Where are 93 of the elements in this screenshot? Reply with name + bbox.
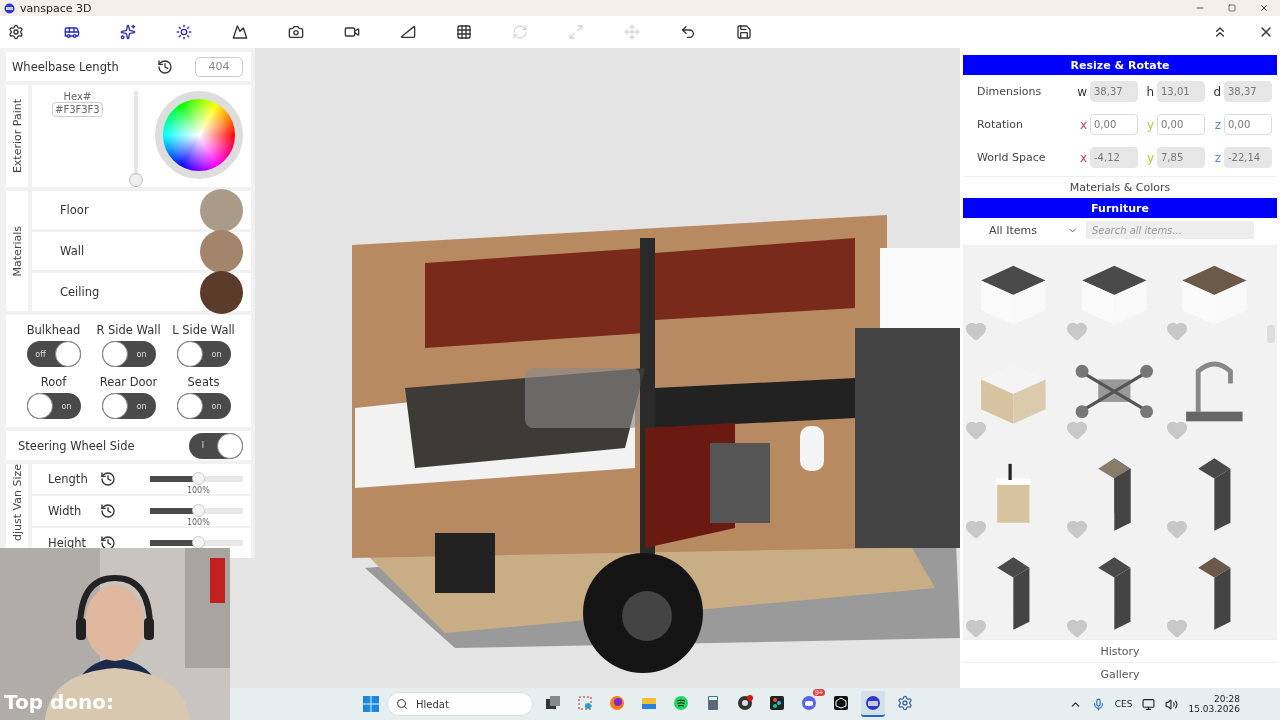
property-label: Dimensions bbox=[977, 85, 1043, 98]
toggle-label: L Side Wall bbox=[172, 323, 235, 337]
slider-reading: 100% bbox=[186, 518, 210, 527]
value-field[interactable]: 7,85 bbox=[1157, 147, 1205, 168]
reset-icon[interactable] bbox=[100, 503, 116, 519]
calculator-app-icon[interactable] bbox=[705, 695, 721, 711]
hex-field[interactable]: #F3F3F3 bbox=[52, 102, 103, 117]
close-icon[interactable] bbox=[1259, 3, 1269, 13]
axis-label: y bbox=[1145, 117, 1154, 132]
material-label: Floor bbox=[60, 203, 89, 217]
value-field[interactable]: 38,37 bbox=[1090, 81, 1138, 102]
gear-app-icon[interactable] bbox=[897, 695, 913, 711]
category-dropdown[interactable]: All Items bbox=[989, 223, 1037, 237]
reset-icon[interactable] bbox=[100, 535, 116, 551]
value-field[interactable]: 38,37 bbox=[1224, 81, 1272, 102]
slider-thumb[interactable] bbox=[192, 472, 206, 485]
property-label: Rotation bbox=[977, 118, 1024, 131]
material-label: Ceiling bbox=[60, 285, 100, 299]
toggle-switch[interactable]: on bbox=[176, 393, 231, 419]
hex-label: Hex# bbox=[63, 91, 92, 102]
steering-label: Steering Wheel Side bbox=[18, 438, 135, 453]
search-icon bbox=[396, 698, 408, 710]
toggle-label: Roof bbox=[40, 375, 67, 389]
section-label: Exterior Paint bbox=[10, 98, 24, 174]
panel-header: Resize & Rotate bbox=[963, 55, 1277, 75]
panel-header: Furniture bbox=[963, 198, 1277, 218]
unity-app-icon[interactable] bbox=[833, 695, 849, 711]
toggle-switch[interactable]: off bbox=[26, 341, 81, 367]
value-field[interactable]: 0,00 bbox=[1157, 114, 1205, 135]
reset-icon[interactable] bbox=[100, 471, 116, 487]
material-swatch[interactable] bbox=[200, 188, 243, 232]
webcam-caption: Top dono: bbox=[4, 690, 115, 714]
value-field[interactable]: -22,14 bbox=[1224, 147, 1272, 168]
vanspace-app-icon[interactable] bbox=[865, 695, 881, 711]
reset-icon[interactable] bbox=[157, 58, 173, 75]
toggle-label: R Side Wall bbox=[96, 323, 161, 337]
maximize-icon[interactable] bbox=[1228, 4, 1236, 12]
figma-app-icon[interactable] bbox=[769, 695, 785, 711]
material-swatch[interactable] bbox=[200, 229, 243, 273]
files-app-icon[interactable] bbox=[641, 695, 657, 711]
axis-label: x bbox=[1078, 150, 1087, 165]
toggle-switch[interactable]: on bbox=[101, 341, 156, 367]
snipping-app-icon[interactable] bbox=[577, 695, 593, 711]
size-label: Length bbox=[48, 472, 89, 486]
spotify-app-icon[interactable] bbox=[673, 695, 689, 711]
value-field[interactable]: -4,12 bbox=[1090, 147, 1138, 168]
obs-app-icon[interactable] bbox=[737, 695, 753, 711]
start-icon[interactable] bbox=[363, 696, 379, 712]
taskbar-search[interactable]: Hledat bbox=[387, 692, 533, 716]
taskbar-button[interactable] bbox=[861, 691, 885, 717]
slider-reading: 100% bbox=[186, 486, 210, 495]
search-field[interactable]: Search all items... bbox=[1085, 221, 1254, 239]
slider-thumb[interactable] bbox=[192, 504, 206, 517]
value-field[interactable]: 0,00 bbox=[1090, 114, 1138, 135]
axis-label: h bbox=[1145, 84, 1154, 99]
brightness-slider[interactable] bbox=[128, 91, 143, 187]
value-field[interactable]: 0,00 bbox=[1224, 114, 1272, 135]
material-label: Wall bbox=[60, 244, 85, 258]
microphone-icon[interactable] bbox=[1091, 697, 1105, 711]
section-label: djust Van Size bbox=[10, 464, 24, 541]
volume-icon[interactable] bbox=[1165, 697, 1179, 711]
section-label: Materials bbox=[10, 225, 24, 277]
app-logo-icon bbox=[4, 2, 15, 14]
discord-app-icon[interactable] bbox=[801, 695, 817, 711]
axis-label: y bbox=[1145, 150, 1154, 165]
clock-date: 15.03.2026 bbox=[1188, 704, 1240, 714]
axis-label: w bbox=[1076, 84, 1087, 99]
value-field[interactable]: 13,01 bbox=[1157, 81, 1205, 102]
toggle-label: Bulkhead bbox=[26, 323, 81, 337]
search-placeholder: Hledat bbox=[416, 698, 449, 710]
size-label: Width bbox=[48, 504, 83, 518]
axis-label: z bbox=[1213, 150, 1221, 165]
property-label: World Space bbox=[977, 151, 1047, 164]
slider-thumb[interactable] bbox=[128, 173, 143, 187]
axis-label: z bbox=[1213, 117, 1221, 132]
axis-label: x bbox=[1078, 117, 1087, 132]
axis-label: d bbox=[1212, 84, 1221, 99]
toggle-switch[interactable]: on bbox=[101, 393, 156, 419]
clock-time: 20:28 bbox=[1214, 694, 1240, 704]
window-title: vanspace 3D bbox=[20, 1, 92, 15]
taskview-app-icon[interactable] bbox=[545, 695, 561, 711]
wheelbase-label: Wheelbase Length bbox=[12, 59, 120, 74]
wheelbase-field[interactable]: 404 bbox=[195, 56, 243, 77]
toggle-switch[interactable]: on bbox=[176, 341, 231, 367]
material-swatch[interactable] bbox=[200, 270, 243, 314]
size-label: Height bbox=[48, 536, 87, 550]
toggle-label: Seats bbox=[187, 375, 220, 389]
toggle-label: Rear Door bbox=[99, 375, 158, 389]
toggle-switch[interactable]: I bbox=[189, 432, 243, 459]
toggle-switch[interactable]: on bbox=[26, 393, 81, 419]
network-icon[interactable] bbox=[1142, 697, 1156, 711]
firefox-app-icon[interactable] bbox=[609, 695, 625, 711]
language-indicator[interactable]: CES bbox=[1114, 699, 1133, 709]
